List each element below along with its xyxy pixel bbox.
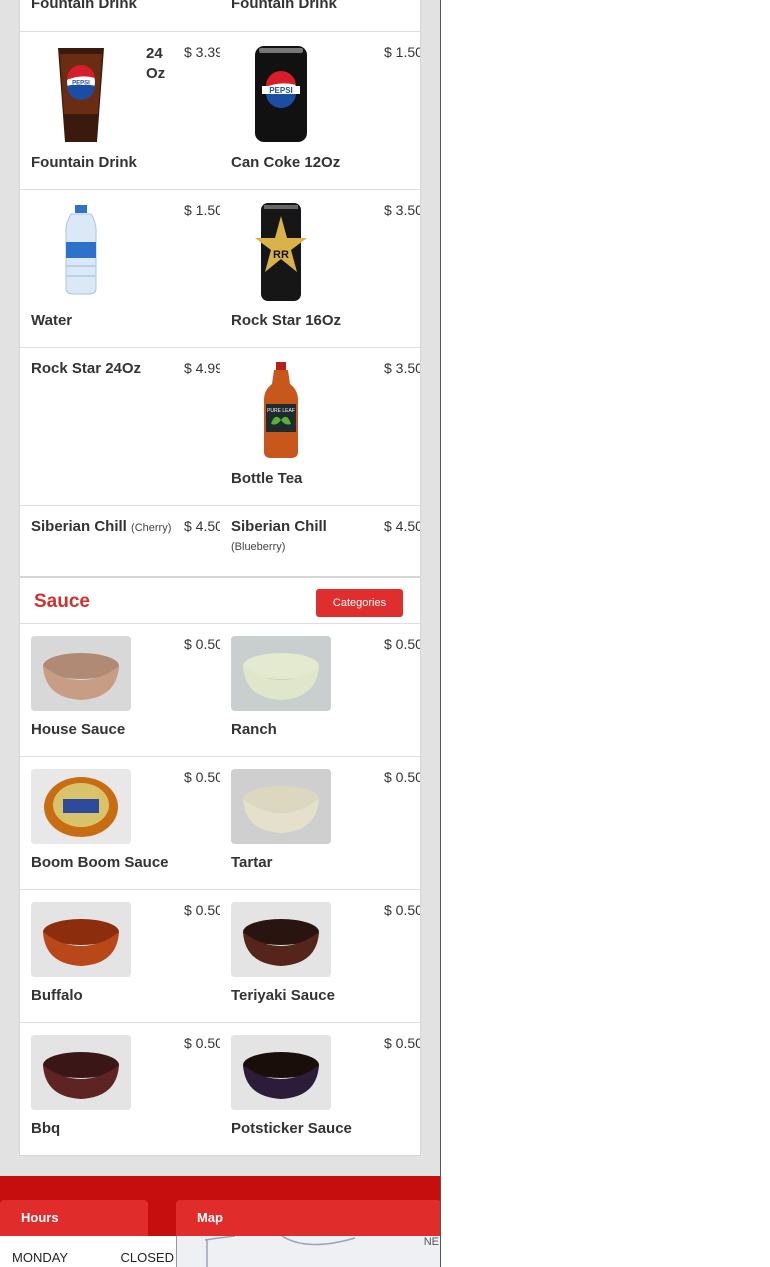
item-price: $ 0.50 — [184, 1035, 220, 1051]
menu-item[interactable]: $ 1.50 Water — [20, 190, 220, 347]
hours-day: MONDAY — [12, 1250, 69, 1265]
pepsi-can-icon: PEPSI — [231, 44, 331, 144]
item-name: Fountain Drink — [31, 154, 137, 171]
item-price: $ 1.50 — [184, 202, 220, 218]
svg-text:RR: RR — [273, 249, 289, 261]
menu-item[interactable]: $ 0.50 Ranch — [220, 624, 420, 756]
item-price: $ 1.50 — [384, 44, 420, 60]
item-name: Rock Star 24Oz — [31, 360, 142, 377]
menu-item[interactable]: Fountain Drink — [20, 0, 220, 31]
menu-item[interactable]: $ 0.50 Boom Boom Sauce — [20, 757, 220, 889]
item-name: Water — [31, 312, 73, 329]
hours-status: CLOSED — [120, 1250, 174, 1265]
menu-row: $ 0.50 House Sauce $ 0.50 Ranch — [20, 624, 420, 757]
tea-bottle-icon: PURE LEAF — [231, 360, 331, 460]
teriyaki-sauce-image — [231, 902, 331, 977]
menu-row: $ 4.99 Rock Star 24Oz PURE LEAF $ 3.50 B… — [20, 348, 420, 506]
menu-row: $ 1.50 Water RR $ 3.50 Rock Star 16Oz — [20, 190, 420, 348]
menu-item[interactable]: $ 0.50 Teriyaki Sauce — [220, 890, 420, 1022]
item-name: Fountain Drink — [231, 0, 337, 12]
categories-button[interactable]: Categories — [316, 589, 403, 617]
menu-item[interactable]: $ 0.50 Buffalo — [20, 890, 220, 1022]
rockstar-can-icon: RR — [231, 202, 331, 302]
menu-item[interactable]: $ 4.50 Siberian Chill (Blueberry) — [220, 506, 420, 578]
water-bottle-icon — [31, 202, 131, 302]
hours-table: MONDAY CLOSED — [0, 1236, 177, 1267]
menu-row: $ 0.50 Buffalo $ 0.50 Teriyaki Sauce — [20, 890, 420, 1023]
sauce-section: Sauce Categories $ 0.50 House Sauce $ 0.… — [19, 577, 421, 1156]
item-price: $ 0.50 — [384, 902, 420, 918]
buffalo-image — [31, 902, 131, 977]
item-name: Bbq — [31, 1120, 61, 1137]
menu-item[interactable]: $ 4.50 Siberian Chill (Cherry) — [20, 506, 220, 578]
svg-text:PEPSI: PEPSI — [269, 86, 293, 95]
map-tab[interactable]: Map — [176, 1200, 440, 1236]
item-price: $ 3.50 — [384, 360, 420, 376]
item-name: Rock Star 16Oz — [231, 312, 342, 329]
item-name: Potsticker Sauce — [231, 1120, 352, 1137]
item-name: Bottle Tea — [231, 470, 303, 487]
item-name: House Sauce — [31, 721, 126, 738]
menu-item[interactable]: Fountain Drink — [220, 0, 420, 31]
map-label: NE — [423, 1236, 439, 1248]
menu-item[interactable]: RR $ 3.50 Rock Star 16Oz — [220, 190, 420, 347]
item-name: Siberian Chill (Cherry) — [31, 518, 171, 535]
item-price: $ 4.50 — [384, 518, 420, 534]
item-price: $ 3.50 — [384, 202, 420, 218]
item-name: Ranch — [231, 721, 277, 738]
item-price: $ 4.50 — [184, 518, 220, 534]
menu-page: Fountain Drink Fountain Drink PEPSI 24 O… — [0, 0, 441, 1267]
potsticker-sauce-image — [231, 1035, 331, 1110]
item-name-text: Siberian Chill — [31, 518, 127, 535]
item-name: Teriyaki Sauce — [231, 987, 335, 1004]
item-name: Can Coke 12Oz — [231, 154, 341, 171]
section-header: Sauce Categories — [20, 578, 420, 624]
item-name: Tartar — [231, 854, 273, 871]
boom-boom-sauce-image — [31, 769, 131, 844]
menu-row: $ 0.50 Bbq $ 0.50 Potsticker Sauce — [20, 1023, 420, 1156]
menu-item[interactable]: $ 0.50 Tartar — [220, 757, 420, 889]
item-name: Fountain Drink — [31, 0, 137, 12]
menu-item[interactable]: PEPSI $ 1.50 Can Coke 12Oz — [220, 32, 420, 189]
bbq-image — [31, 1035, 131, 1110]
item-size: 24 Oz — [146, 45, 166, 82]
menu-item[interactable]: $ 4.99 Rock Star 24Oz — [20, 348, 220, 505]
menu-row: $ 4.50 Siberian Chill (Cherry) $ 4.50 Si… — [20, 506, 420, 578]
item-name: Boom Boom Sauce — [31, 854, 169, 871]
menu-row: $ 0.50 Boom Boom Sauce $ 0.50 Tartar — [20, 757, 420, 890]
item-price: $ 0.50 — [384, 1035, 420, 1051]
menu-item[interactable]: PEPSI 24 Oz $ 3.39 Fountain Drink — [20, 32, 220, 189]
section-title: Sauce — [34, 591, 90, 612]
pepsi-cup-icon: PEPSI — [31, 44, 131, 144]
menu-item[interactable]: $ 0.50 Potsticker Sauce — [220, 1023, 420, 1156]
drinks-section: Fountain Drink Fountain Drink PEPSI 24 O… — [19, 0, 421, 577]
hours-tab[interactable]: Hours — [0, 1200, 148, 1236]
item-price: $ 0.50 — [184, 902, 220, 918]
menu-row: PEPSI 24 Oz $ 3.39 Fountain Drink PEPSI … — [20, 32, 420, 190]
menu-item[interactable]: $ 0.50 House Sauce — [20, 624, 220, 756]
item-name: Buffalo — [31, 987, 83, 1004]
item-price: $ 0.50 — [184, 636, 220, 652]
item-note: (Cherry) — [131, 522, 172, 534]
svg-text:PURE LEAF: PURE LEAF — [267, 408, 295, 414]
svg-text:PEPSI: PEPSI — [72, 81, 90, 87]
map-roads-graphic — [204, 1236, 356, 1267]
menu-item[interactable]: $ 0.50 Bbq — [20, 1023, 220, 1156]
menu-item[interactable]: PURE LEAF $ 3.50 Bottle Tea — [220, 348, 420, 505]
house-sauce-image — [31, 636, 131, 711]
item-price: $ 0.50 — [384, 636, 420, 652]
item-name: Siberian Chill — [231, 518, 327, 535]
item-price: $ 0.50 — [184, 769, 220, 785]
item-price: $ 4.99 — [184, 360, 220, 376]
item-note: (Blueberry) — [231, 541, 286, 553]
item-price: $ 3.39 — [184, 44, 220, 60]
item-price: $ 0.50 — [384, 769, 420, 785]
footer: Hours Map MONDAY CLOSED NE — [0, 1176, 440, 1267]
tartar-image — [231, 769, 331, 844]
menu-row: Fountain Drink Fountain Drink — [20, 0, 420, 32]
ranch-image — [231, 636, 331, 711]
map-embed[interactable]: NE — [177, 1236, 440, 1267]
